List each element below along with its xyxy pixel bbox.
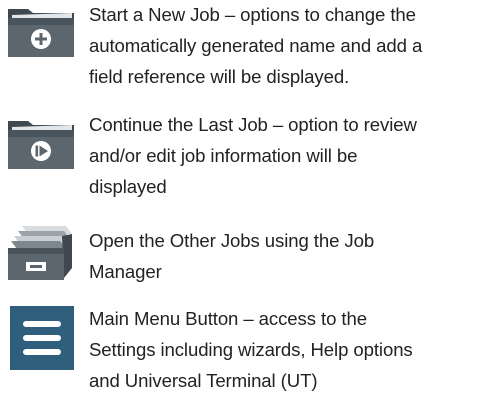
text-line: Start a New Job – options to change the [89, 4, 416, 25]
text-line: displayed [89, 176, 167, 197]
hamburger-menu-icon[interactable] [10, 306, 74, 370]
text-line: and Universal Terminal (UT) [89, 370, 318, 391]
new-job-description: Start a New Job – options to change the … [89, 0, 481, 92]
text-line: and/or edit job information will be [89, 145, 358, 166]
folder-plus-icon[interactable] [6, 1, 76, 59]
text-line: automatically generated name and add a [89, 35, 423, 56]
main-menu-description: Main Menu Button – access to the Setting… [89, 303, 481, 396]
text-line: Open the Other Jobs using the Job [89, 230, 375, 251]
text-line: Settings including wizards, Help options [89, 339, 413, 360]
text-line: Manager [89, 261, 162, 282]
file-cabinet-icon[interactable] [6, 224, 76, 282]
folder-play-icon[interactable] [6, 113, 76, 171]
text-line: field reference will be displayed. [89, 66, 350, 87]
other-jobs-description: Open the Other Jobs using the Job Manage… [89, 225, 481, 287]
continue-job-description: Continue the Last Job – option to review… [89, 109, 481, 202]
text-line: Continue the Last Job – option to review [89, 114, 417, 135]
text-line: Main Menu Button – access to the [89, 308, 367, 329]
